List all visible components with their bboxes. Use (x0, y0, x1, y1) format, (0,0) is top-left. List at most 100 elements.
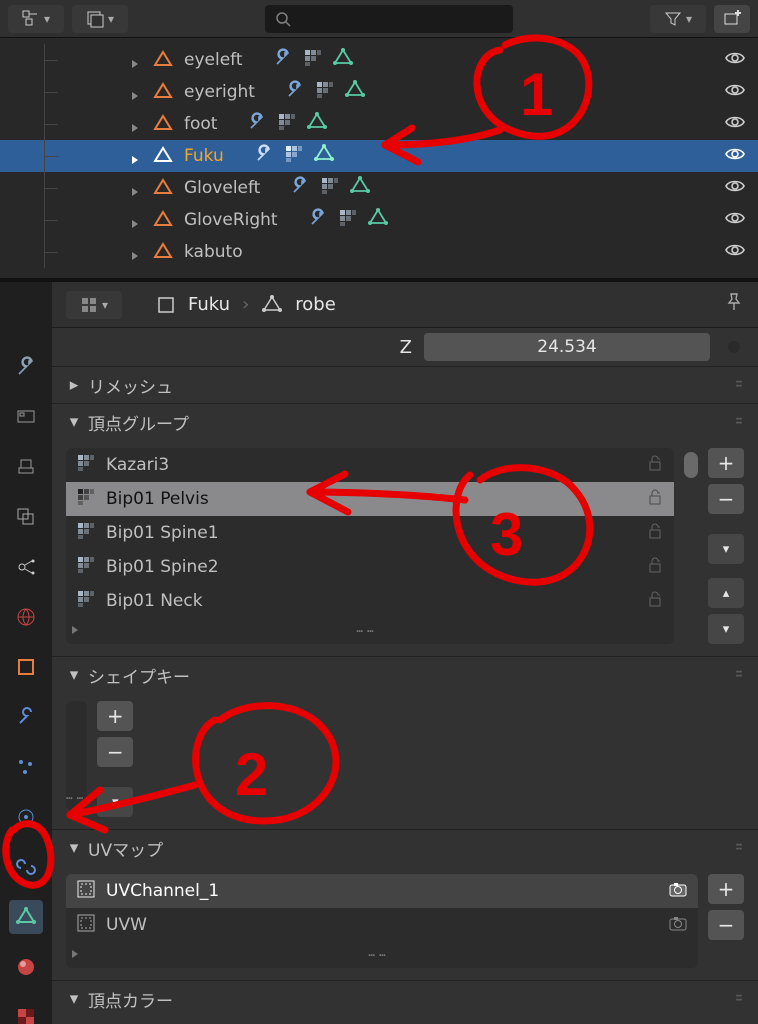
outliner-item[interactable]: eyeleft (0, 44, 758, 76)
lock-icon[interactable] (646, 556, 664, 579)
drag-handle-icon[interactable]: ┅┅ (736, 418, 744, 426)
lock-icon[interactable] (646, 522, 664, 545)
visibility-toggle[interactable] (724, 47, 746, 74)
vertex-group-move-up-button[interactable]: ▴ (708, 578, 744, 608)
section-vertex-groups-title: 頂点グループ (88, 410, 189, 435)
vertex-group-icon (76, 453, 96, 478)
outliner-search[interactable] (265, 5, 513, 33)
visibility-toggle[interactable] (724, 111, 746, 138)
lock-icon[interactable] (646, 454, 664, 477)
disclosure-icon[interactable] (130, 246, 142, 258)
tab-render[interactable] (9, 400, 43, 434)
shape-key-remove-button[interactable]: − (97, 737, 133, 767)
active-render-icon[interactable] (668, 879, 688, 904)
breadcrumb-mesh: robe (295, 294, 336, 315)
outliner-item[interactable]: eyeright (0, 76, 758, 108)
vertex-group-add-button[interactable]: + (708, 448, 744, 478)
visibility-toggle[interactable] (724, 143, 746, 170)
vertex-group-icon (338, 208, 358, 233)
modifier-icon (273, 48, 293, 73)
outliner-item[interactable]: GloveRight (0, 204, 758, 236)
tab-output[interactable] (9, 450, 43, 484)
pin-icon[interactable] (724, 292, 744, 317)
tab-physics[interactable] (9, 800, 43, 834)
disclosure-icon[interactable] (130, 182, 142, 194)
vertex-group-remove-button[interactable]: − (708, 484, 744, 514)
drag-handle-icon[interactable]: ┅┅ (736, 844, 744, 852)
section-uv-maps-title: UVマップ (88, 836, 163, 861)
uv-map-item[interactable]: UVW (66, 908, 698, 942)
shape-key-add-button[interactable]: + (97, 701, 133, 731)
visibility-toggle[interactable] (724, 175, 746, 202)
tab-modifiers[interactable] (9, 700, 43, 734)
vertex-group-list[interactable]: Kazari3 Bip01 Pelvis Bip01 Spine1 Bip01 … (66, 448, 674, 644)
tab-view-layer[interactable] (9, 500, 43, 534)
outliner-item[interactable]: Gloveleft (0, 172, 758, 204)
visibility-toggle[interactable] (724, 239, 746, 266)
uv-map-name: UVW (106, 915, 147, 935)
list-footer-handle[interactable]: ┅┅ (66, 618, 674, 644)
disclosure-icon[interactable] (130, 150, 142, 162)
outliner-filter-dropdown[interactable]: ▾ (650, 5, 706, 33)
keyframe-dot[interactable] (728, 341, 740, 353)
outliner-display-dropdown[interactable]: ▾ (72, 5, 128, 33)
lock-icon[interactable] (646, 590, 664, 613)
shape-key-specials-dropdown[interactable]: ▾ (97, 787, 133, 817)
tab-texture[interactable] (9, 1000, 43, 1024)
outliner-mode-dropdown[interactable]: ▾ (8, 5, 64, 33)
disclosure-icon[interactable] (130, 214, 142, 226)
tab-material[interactable] (9, 950, 43, 984)
tab-tool[interactable] (9, 350, 43, 384)
modifier-icon (285, 80, 305, 105)
vertex-group-icon (76, 521, 96, 546)
disclosure-icon[interactable] (130, 118, 142, 130)
tab-particles[interactable] (9, 750, 43, 784)
tab-object[interactable] (9, 650, 43, 684)
vertex-group-name: Bip01 Neck (106, 591, 203, 611)
tab-world[interactable] (9, 600, 43, 634)
outliner-item[interactable]: Fuku (0, 140, 758, 172)
section-shape-keys-title: シェイプキー (88, 663, 190, 688)
drag-handle-icon[interactable]: ┅┅ (736, 381, 744, 389)
uv-map-add-button[interactable]: + (708, 874, 744, 904)
vertex-group-item[interactable]: Bip01 Spine2 (66, 550, 674, 584)
drag-handle-icon[interactable]: ┅┅ (736, 995, 744, 1003)
active-render-icon[interactable] (668, 913, 688, 938)
tab-mesh-data[interactable] (9, 900, 43, 934)
section-vertex-colors-header[interactable]: ▾ 頂点カラー ┅┅ (52, 981, 758, 1017)
mesh-object-icon (152, 49, 174, 71)
uv-map-item[interactable]: UVChannel_1 (66, 874, 698, 908)
visibility-toggle[interactable] (724, 79, 746, 106)
tab-constraints[interactable] (9, 850, 43, 884)
vertex-group-item[interactable]: Bip01 Pelvis (66, 482, 674, 516)
section-shape-keys-header[interactable]: ▾ シェイプキー ┅┅ (52, 657, 758, 693)
lock-icon[interactable] (646, 488, 664, 511)
properties-breadcrumb: ▾ Fuku › robe (52, 282, 758, 328)
disclosure-icon[interactable] (130, 86, 142, 98)
vertex-group-move-down-button[interactable]: ▾ (708, 614, 744, 644)
transform-z-field[interactable]: 24.534 (424, 333, 710, 361)
section-remesh-title: リメッシュ (88, 373, 173, 398)
tab-scene[interactable] (9, 550, 43, 584)
outliner-add-collection-button[interactable] (714, 5, 750, 33)
vertex-group-item[interactable]: Bip01 Spine1 (66, 516, 674, 550)
visibility-toggle[interactable] (724, 207, 746, 234)
uv-map-list[interactable]: UVChannel_1 UVW ┅┅ (66, 874, 698, 968)
vertex-group-specials-dropdown[interactable]: ▾ (708, 534, 744, 564)
vertex-group-scrollbar[interactable] (684, 448, 698, 644)
disclosure-icon[interactable] (130, 54, 142, 66)
outliner-item[interactable]: foot (0, 108, 758, 140)
vertex-group-item[interactable]: Kazari3 (66, 448, 674, 482)
drag-handle-icon[interactable]: ┅┅ (736, 671, 744, 679)
mesh-object-icon (152, 113, 174, 135)
shape-key-list[interactable]: ┅┅ (66, 701, 87, 811)
vertex-group-item[interactable]: Bip01 Neck (66, 584, 674, 618)
list-footer-handle[interactable]: ┅┅ (66, 942, 698, 968)
properties-editor-type-dropdown[interactable]: ▾ (66, 291, 122, 319)
section-vertex-groups-header[interactable]: ▾ 頂点グループ ┅┅ (52, 404, 758, 440)
object-name: Gloveleft (184, 178, 260, 198)
outliner-item[interactable]: kabuto (0, 236, 758, 268)
uv-map-remove-button[interactable]: − (708, 910, 744, 940)
section-uv-maps-header[interactable]: ▾ UVマップ ┅┅ (52, 830, 758, 866)
section-remesh-header[interactable]: ▸ リメッシュ ┅┅ (52, 367, 758, 403)
